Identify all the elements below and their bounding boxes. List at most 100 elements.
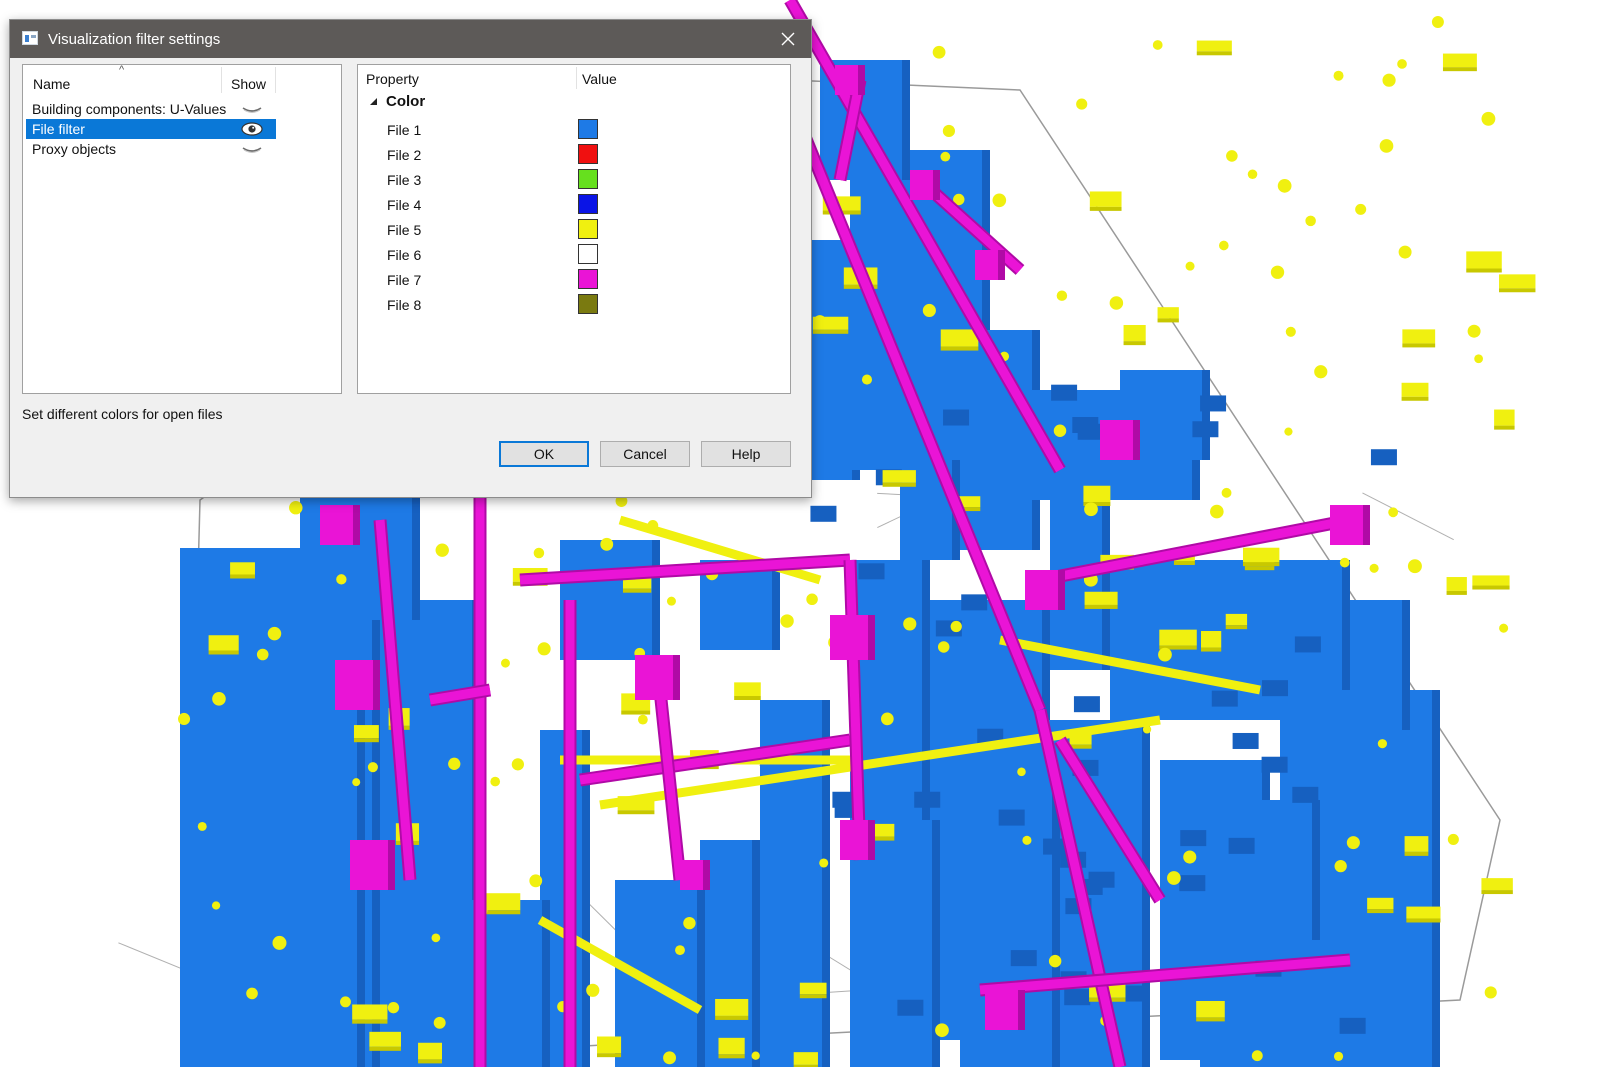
filter-row-proxy-objects[interactable]: Proxy objects — [26, 139, 276, 159]
color-swatch[interactable] — [578, 119, 598, 139]
property-grid[interactable]: Property Value Color File 1 File 2 File 3 F… — [357, 64, 791, 394]
fixture-panel-shade — [418, 1059, 442, 1064]
color-swatch[interactable] — [578, 144, 598, 164]
light-fixture — [1388, 507, 1399, 518]
fixture-panel-shade — [1123, 341, 1146, 346]
light-fixture — [600, 537, 614, 551]
fixture-panel-shade — [597, 1053, 622, 1058]
light-fixture — [178, 712, 191, 725]
light-fixture — [683, 916, 696, 930]
color-property-row[interactable]: File 7 — [358, 268, 790, 293]
color-property-row[interactable]: File 8 — [358, 293, 790, 318]
help-button[interactable]: Help — [701, 441, 791, 467]
filter-row-u-values[interactable]: Building components: U-Values — [26, 99, 276, 119]
light-fixture — [992, 193, 1007, 208]
light-fixture — [1346, 836, 1360, 850]
color-property-row[interactable]: File 5 — [358, 218, 790, 243]
light-fixture — [932, 45, 946, 59]
light-fixture — [1333, 1051, 1344, 1061]
furniture — [858, 563, 885, 580]
property-name: File 7 — [387, 272, 422, 288]
light-fixture — [1474, 354, 1484, 364]
light-fixture — [1284, 427, 1293, 436]
duct-box-shade — [868, 615, 875, 660]
fixture-panel — [1466, 251, 1502, 269]
building-component-shade — [902, 60, 910, 180]
column-divider[interactable] — [275, 67, 276, 93]
light-fixture — [950, 620, 962, 633]
light-fixture — [367, 762, 378, 773]
light-fixture — [1247, 169, 1258, 180]
cancel-button[interactable]: Cancel — [600, 441, 690, 467]
color-swatch[interactable] — [578, 169, 598, 189]
color-property-row[interactable]: File 4 — [358, 193, 790, 218]
filter-list[interactable]: Name ^ Show Building components: U-Value… — [22, 64, 342, 394]
fixture-panel-shade — [1157, 318, 1179, 323]
fixture-panel — [734, 682, 761, 697]
fixture-panel-shade — [483, 910, 521, 915]
building-component-shade — [1202, 370, 1210, 460]
fixture-panel-shade — [1242, 562, 1280, 567]
filter-row-label: File filter — [32, 121, 85, 137]
eye-closed-icon[interactable] — [241, 142, 263, 156]
column-divider[interactable] — [576, 67, 577, 89]
fixture-panel — [1123, 325, 1146, 342]
fixture-panel-shade — [940, 346, 979, 351]
building-component-shade — [1402, 600, 1410, 730]
fixture-panel-shade — [1406, 918, 1441, 923]
light-fixture — [586, 983, 600, 997]
column-header-property: Property — [366, 71, 419, 87]
eye-open-icon[interactable] — [241, 122, 263, 136]
furniture — [1292, 786, 1319, 803]
close-button[interactable] — [765, 20, 811, 58]
building-component-shade — [752, 840, 760, 1067]
fixture-panel-shade — [882, 482, 916, 487]
color-property-row[interactable]: File 1 — [358, 118, 790, 143]
fixture-panel — [793, 1052, 818, 1065]
furniture — [1064, 989, 1091, 1006]
light-fixture — [1499, 623, 1509, 633]
light-fixture — [861, 374, 872, 385]
column-divider[interactable] — [221, 67, 222, 93]
color-swatch[interactable] — [578, 219, 598, 239]
light-fixture — [666, 596, 676, 606]
ok-button[interactable]: OK — [499, 441, 589, 467]
category-color[interactable]: Color — [386, 93, 425, 110]
building-component-shade — [697, 880, 705, 1067]
fixture-panel — [353, 725, 379, 739]
fixture-panel-shade — [1201, 647, 1222, 652]
color-swatch[interactable] — [578, 244, 598, 264]
fixture-panel-shade — [352, 1019, 388, 1024]
light-fixture — [922, 303, 936, 318]
fixture-panel-shade — [1401, 396, 1429, 401]
eye-closed-icon[interactable] — [241, 102, 263, 116]
column-header-show[interactable]: Show — [231, 76, 266, 92]
color-swatch[interactable] — [578, 194, 598, 214]
furniture — [810, 505, 837, 522]
filter-row-file-filter[interactable]: File filter — [26, 119, 276, 139]
column-header-name[interactable]: Name — [33, 76, 70, 92]
furniture — [1073, 696, 1100, 713]
fixture-panel — [1157, 307, 1179, 319]
duct-box-shade — [1018, 990, 1025, 1030]
fixture-panel-shade — [369, 1046, 401, 1051]
light-fixture — [433, 1016, 446, 1029]
property-name: File 4 — [387, 197, 422, 213]
collapse-triangle-icon[interactable] — [368, 98, 378, 106]
color-swatch[interactable] — [578, 294, 598, 314]
fixture-panel-shade — [353, 738, 379, 743]
property-name: File 8 — [387, 297, 422, 313]
duct-box-shade — [868, 820, 875, 860]
building-component-shade — [1432, 690, 1440, 870]
dialog-titlebar[interactable]: Visualization filter settings — [10, 20, 811, 58]
fixture-panel — [940, 329, 979, 347]
furniture — [1228, 837, 1255, 854]
light-fixture — [1484, 986, 1497, 999]
light-fixture — [1369, 563, 1379, 573]
color-swatch[interactable] — [578, 269, 598, 289]
light-fixture — [211, 901, 221, 910]
color-property-row[interactable]: File 6 — [358, 243, 790, 268]
color-property-row[interactable]: File 3 — [358, 168, 790, 193]
light-fixture — [289, 500, 303, 515]
color-property-row[interactable]: File 2 — [358, 143, 790, 168]
